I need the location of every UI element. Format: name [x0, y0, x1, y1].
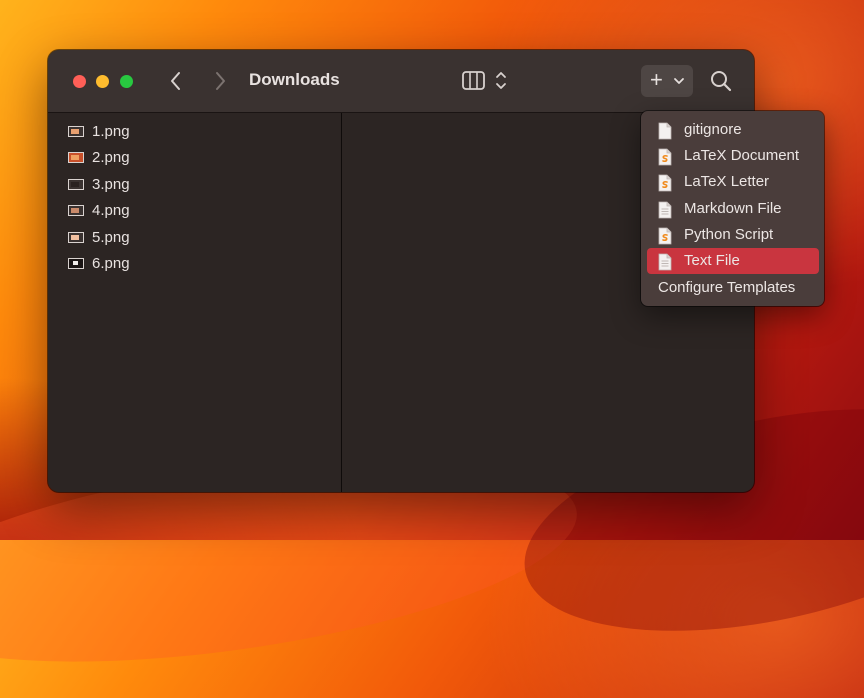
- image-thumbnail-icon: [68, 232, 84, 243]
- zoom-window-button[interactable]: [120, 75, 133, 88]
- menu-item-latex-letter[interactable]: LaTeX Letter: [647, 169, 819, 195]
- file-list-column[interactable]: 1.png 2.png 3.png 4.png 5.png 6.png: [48, 113, 342, 492]
- chevron-right-icon: [216, 72, 225, 90]
- menu-item-latex-document[interactable]: LaTeX Document: [647, 143, 819, 169]
- plus-icon: +: [650, 67, 663, 92]
- chevron-down-icon: [674, 78, 684, 84]
- configure-templates-item[interactable]: Configure Templates: [647, 275, 819, 301]
- view-mode-button[interactable]: [460, 68, 512, 94]
- menu-item-label: LaTeX Document: [684, 147, 800, 164]
- menu-item-label: Python Script: [684, 226, 774, 243]
- file-name: 5.png: [92, 229, 130, 246]
- document-icon: [658, 253, 672, 271]
- document-icon: [658, 122, 672, 140]
- menu-item-gitignore[interactable]: gitignore: [647, 117, 819, 143]
- menu-item-markdown-file[interactable]: Markdown File: [647, 196, 819, 222]
- menu-item-label: Text File: [684, 252, 740, 269]
- image-thumbnail-icon: [68, 126, 84, 137]
- latex-document-icon: [658, 174, 672, 192]
- image-thumbnail-icon: [68, 152, 84, 163]
- search-icon: [711, 71, 732, 92]
- search-button[interactable]: [708, 68, 734, 94]
- menu-item-label: gitignore: [684, 121, 742, 138]
- file-name: 1.png: [92, 123, 130, 140]
- menu-item-label: LaTeX Letter: [684, 173, 770, 190]
- document-icon: [658, 201, 672, 219]
- menu-item-python-script[interactable]: Python Script: [647, 222, 819, 248]
- close-window-button[interactable]: [73, 75, 86, 88]
- file-name: 2.png: [92, 149, 130, 166]
- window-toolbar: Downloads +: [48, 50, 754, 113]
- forward-button[interactable]: [208, 69, 232, 93]
- chevron-left-icon: [171, 72, 180, 90]
- latex-document-icon: [658, 148, 672, 166]
- column-view-icon: [462, 71, 506, 90]
- new-file-button[interactable]: +: [641, 65, 693, 97]
- image-thumbnail-icon: [68, 258, 84, 269]
- script-document-icon: [658, 227, 672, 245]
- back-button[interactable]: [164, 69, 188, 93]
- menu-item-label: Markdown File: [684, 200, 782, 217]
- new-file-menu: gitignore LaTeX Document LaTeX Letter Ma…: [641, 111, 824, 306]
- file-name: 6.png: [92, 255, 130, 272]
- minimize-window-button[interactable]: [96, 75, 109, 88]
- file-name: 4.png: [92, 202, 130, 219]
- image-thumbnail-icon: [68, 205, 84, 216]
- menu-item-label: Configure Templates: [658, 279, 796, 296]
- menu-item-text-file[interactable]: Text File: [647, 248, 819, 274]
- window-title: Downloads: [249, 70, 340, 89]
- image-thumbnail-icon: [68, 179, 84, 190]
- file-name: 3.png: [92, 176, 130, 193]
